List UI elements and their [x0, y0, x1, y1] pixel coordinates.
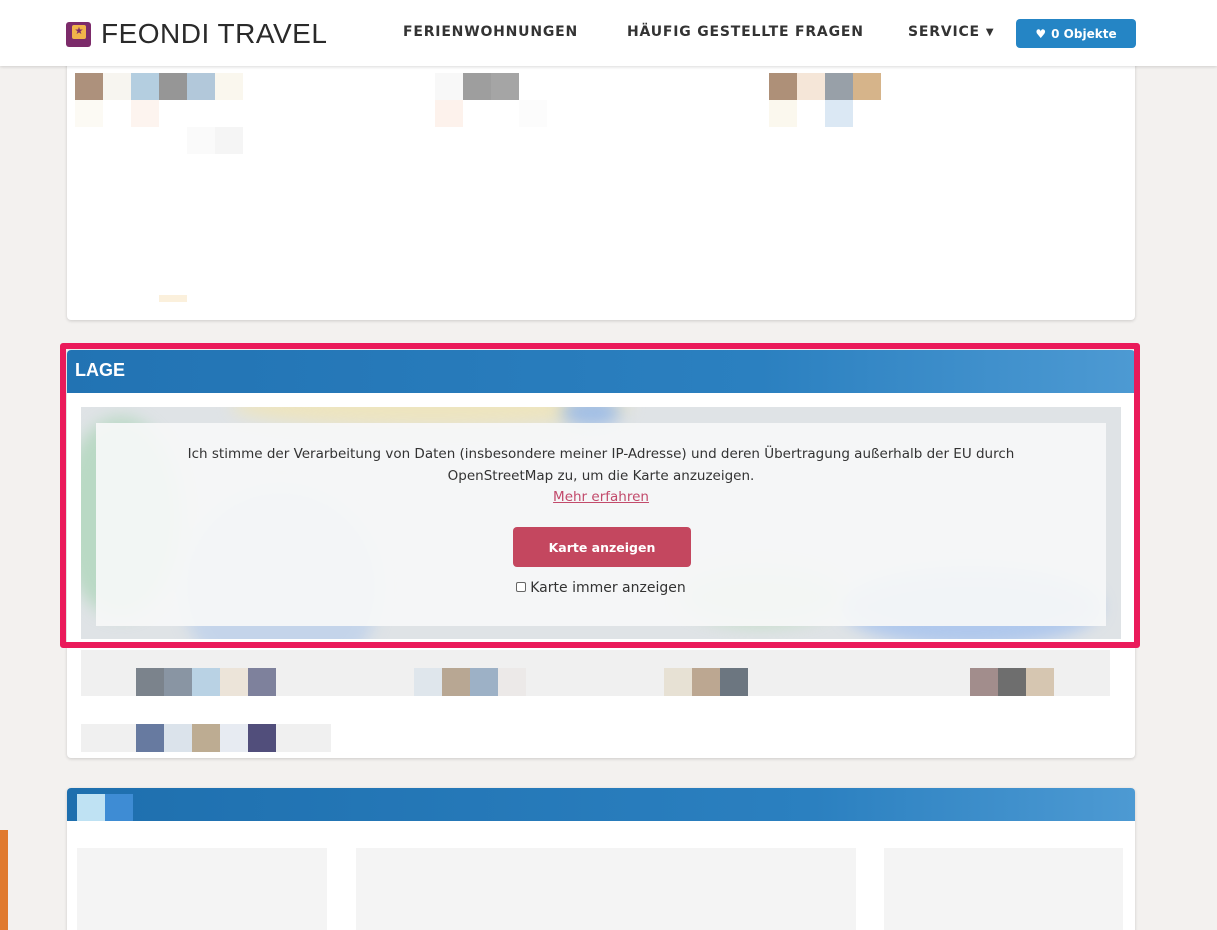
blurred-thumbnail	[164, 724, 192, 752]
location-title: LAGE	[75, 360, 126, 380]
blurred-thumbnail	[131, 73, 159, 100]
blurred-thumbnail	[664, 668, 692, 696]
blurred-thumbnail	[75, 100, 103, 127]
blurred-thumbnail	[159, 295, 187, 302]
blurred-thumbnail	[136, 668, 164, 696]
blurred-title	[77, 794, 105, 821]
always-show-map-checkbox[interactable]	[516, 582, 527, 592]
blurred-thumbnail	[164, 668, 192, 696]
blurred-column	[356, 848, 856, 930]
map-consent-panel: Ich stimme der Verarbeitung von Daten (i…	[96, 423, 1106, 626]
blurred-thumbnail	[970, 668, 998, 696]
location-card: LAGE Ich stimme der Verarbeitung von Dat…	[67, 350, 1135, 758]
blurred-thumbnail	[692, 668, 720, 696]
blurred-thumbnail	[470, 668, 498, 696]
wishlist-button[interactable]: ♥ 0 Objekte	[1016, 19, 1136, 48]
map-placeholder: Ich stimme der Verarbeitung von Daten (i…	[81, 407, 1121, 639]
blurred-thumbnail	[797, 73, 825, 100]
blurred-thumbnail	[720, 668, 748, 696]
wishlist-count: 0 Objekte	[1051, 26, 1117, 41]
blurred-thumbnail	[131, 100, 159, 127]
heart-icon: ♥	[1035, 26, 1047, 41]
brand-name: FEONDI TRAVEL	[101, 18, 328, 49]
nav-service-label: SERVICE	[908, 24, 980, 40]
blurred-thumbnail	[463, 73, 491, 100]
blurred-thumbnail	[192, 668, 220, 696]
blurred-column	[77, 848, 327, 930]
blurred-thumbnail	[435, 100, 463, 127]
blurred-thumbnail	[442, 668, 470, 696]
blurred-thumbnail	[75, 73, 103, 100]
blurred-thumbnail	[136, 724, 164, 752]
blurred-thumbnail	[220, 724, 248, 752]
nav-service-dropdown[interactable]: SERVICE ▼	[908, 24, 994, 40]
blurred-thumbnail	[853, 73, 881, 100]
blurred-thumbnail	[498, 668, 526, 696]
blurred-thumbnail	[220, 668, 248, 696]
nav-faq[interactable]: HÄUFIG GESTELLTE FRAGEN	[627, 24, 864, 40]
consent-text: Ich stimme der Verarbeitung von Daten (i…	[187, 446, 1015, 484]
blurred-thumbnail	[1026, 668, 1054, 696]
learn-more-link[interactable]: Mehr erfahren	[96, 489, 1106, 505]
location-header: LAGE	[67, 350, 1135, 393]
blurred-thumbnail	[491, 73, 519, 100]
blurred-column	[884, 848, 1123, 930]
blurred-thumbnail	[215, 73, 243, 100]
bottom-card-header	[67, 788, 1135, 821]
caret-down-icon: ▼	[985, 26, 995, 38]
gallery-card	[67, 40, 1135, 320]
side-accent	[0, 830, 8, 930]
blurred-thumbnail	[825, 73, 853, 100]
show-map-button[interactable]: Karte anzeigen	[513, 527, 691, 567]
top-navbar: FEONDI TRAVEL FERIENWOHNUNGEN HÄUFIG GES…	[0, 0, 1217, 66]
blurred-thumbnail	[192, 724, 220, 752]
feondi-logo-icon	[66, 21, 91, 47]
blurred-thumbnail	[103, 73, 131, 100]
blurred-thumbnail	[248, 668, 276, 696]
blurred-thumbnail	[187, 73, 215, 100]
blurred-thumbnail	[414, 668, 442, 696]
nav-ferienwohnungen[interactable]: FERIENWOHNUNGEN	[403, 24, 578, 40]
bottom-card-body	[77, 821, 1123, 930]
blurred-thumbnail	[998, 668, 1026, 696]
blurred-thumbnail	[215, 127, 243, 154]
bottom-card	[67, 788, 1135, 930]
always-show-map-label: Karte immer anzeigen	[530, 580, 686, 596]
blurred-thumbnail	[769, 73, 797, 100]
blurred-thumbnail	[825, 100, 853, 127]
brand[interactable]: FEONDI TRAVEL	[66, 20, 327, 48]
blurred-title	[105, 794, 133, 821]
blurred-thumbnail	[159, 73, 187, 100]
always-show-map-option[interactable]: Karte immer anzeigen	[96, 580, 1106, 596]
blurred-thumbnail	[435, 73, 463, 100]
blurred-thumbnail	[519, 100, 547, 127]
blurred-thumbnail	[187, 127, 215, 154]
blurred-thumbnail	[769, 100, 797, 127]
blurred-thumbnail	[248, 724, 276, 752]
